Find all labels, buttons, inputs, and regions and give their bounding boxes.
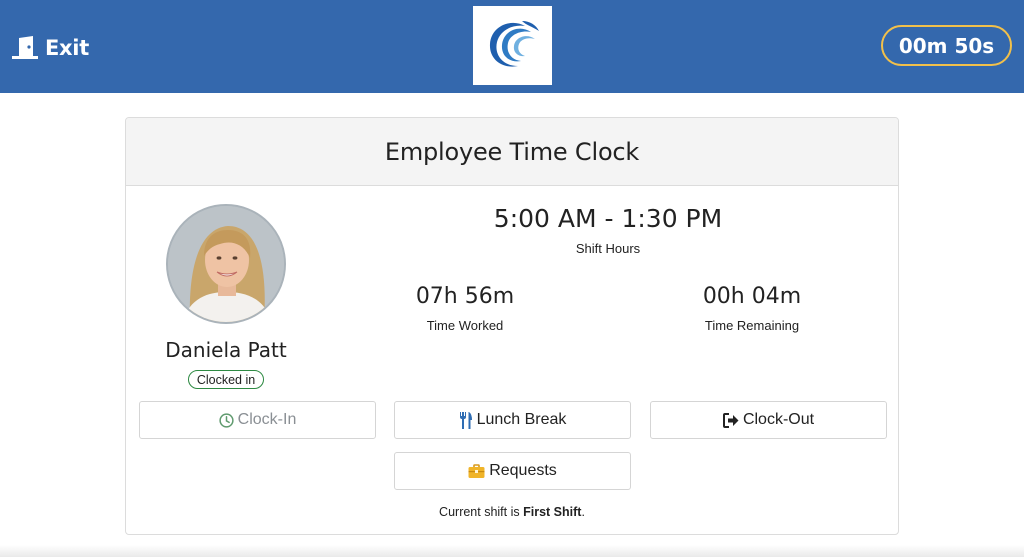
page-title: Employee Time Clock <box>384 137 640 166</box>
shift-hours-value: 5:00 AM - 1:30 PM <box>493 204 723 233</box>
shift-hours-label: Shift Hours <box>575 241 641 256</box>
lunch-break-label: Lunch Break <box>476 411 567 428</box>
current-shift-suffix: . <box>581 505 585 519</box>
time-worked-value: 07h 56m <box>415 284 515 309</box>
company-logo <box>473 6 552 85</box>
door-exit-icon <box>12 36 38 60</box>
sign-out-icon <box>722 412 739 428</box>
top-bar: Exit 00m 50s <box>0 0 1024 93</box>
card-header: Employee Time Clock <box>126 118 898 186</box>
wave-logo <box>489 21 539 67</box>
exit-button[interactable]: Exit <box>12 36 89 60</box>
time-clock-card: Employee Time Clock Daniela Patt Clocked… <box>125 117 899 535</box>
exit-label: Exit <box>45 36 89 60</box>
current-shift-name: First Shift <box>523 505 582 519</box>
current-shift-prefix: Current shift is <box>439 505 524 519</box>
requests-label: Requests <box>489 462 557 479</box>
session-timer: 00m 50s <box>881 25 1012 66</box>
clock-out-button[interactable]: Clock-Out <box>650 401 887 439</box>
bottom-edge <box>0 545 1024 557</box>
employee-name: Daniela Patt <box>165 338 287 362</box>
avatar <box>166 204 286 324</box>
status-badge: Clocked in <box>188 370 264 389</box>
requests-button[interactable]: Requests <box>394 452 631 490</box>
lunch-break-button[interactable]: Lunch Break <box>394 401 631 439</box>
briefcase-icon <box>468 463 485 479</box>
utensils-icon <box>459 411 473 429</box>
time-remaining-label: Time Remaining <box>704 318 800 333</box>
clock-out-label: Clock-Out <box>742 411 815 428</box>
clock-in-label: Clock-In <box>237 411 297 428</box>
time-remaining-value: 00h 04m <box>702 284 802 309</box>
clock-icon <box>219 412 234 428</box>
time-worked-label: Time Worked <box>426 318 504 333</box>
current-shift-text: Current shift is First Shift. <box>126 505 898 519</box>
clock-in-button[interactable]: Clock-In <box>139 401 376 439</box>
